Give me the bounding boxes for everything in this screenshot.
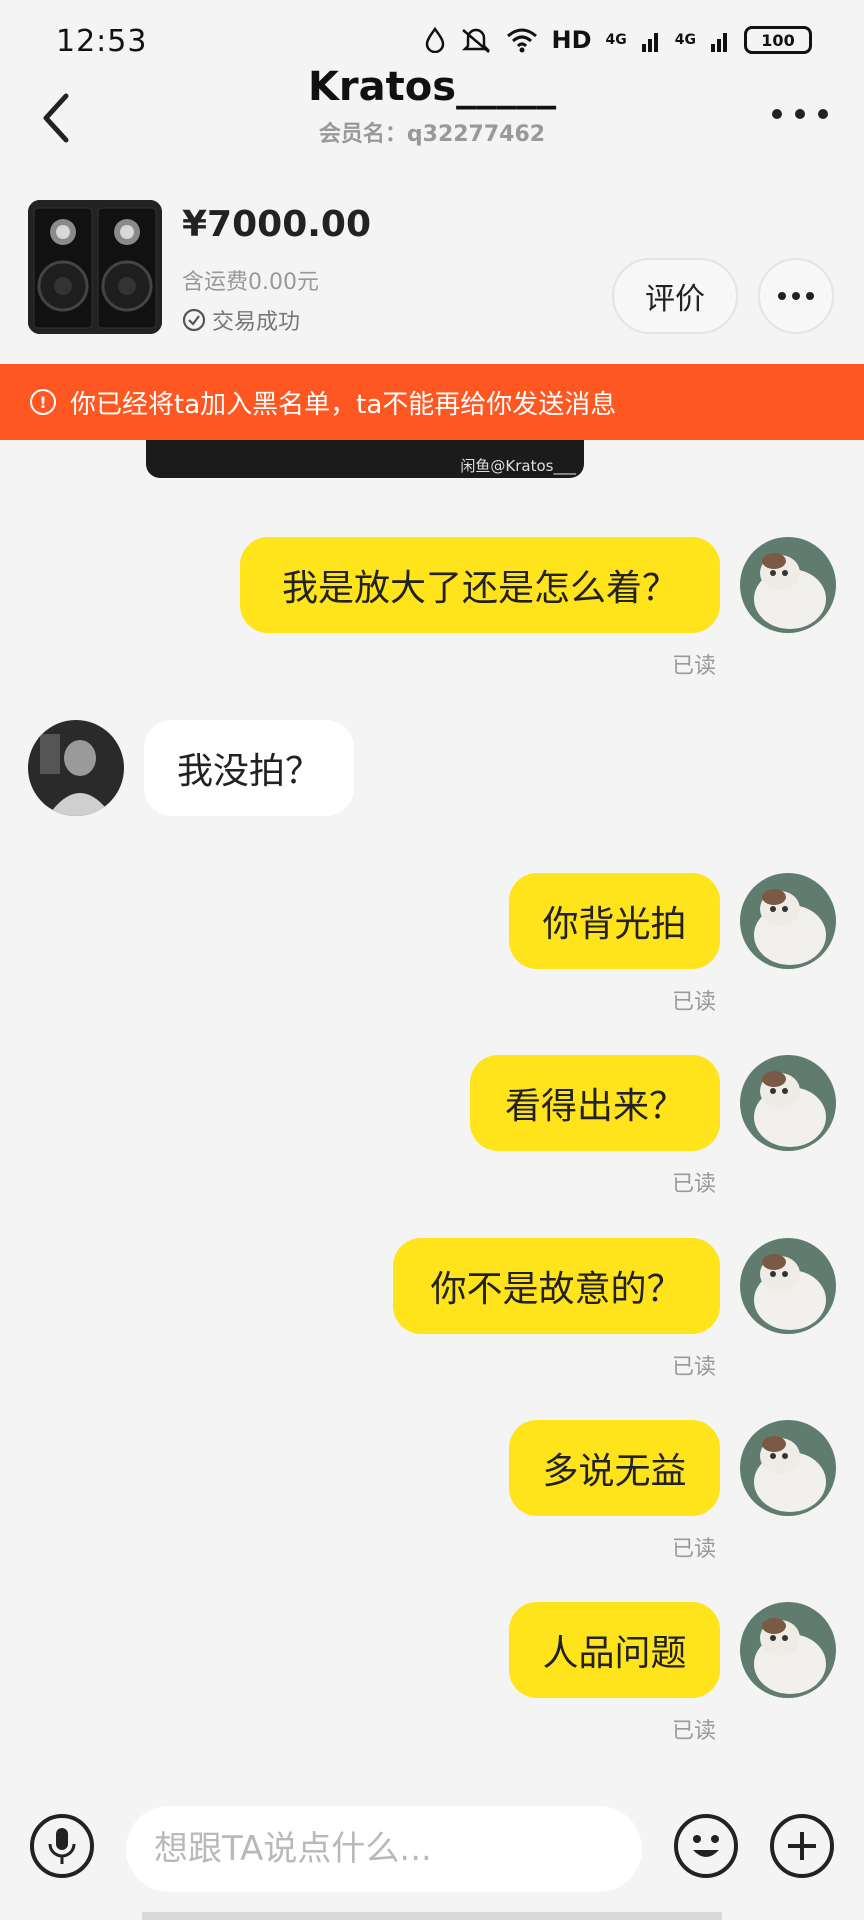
- card-more-button[interactable]: [758, 258, 834, 334]
- message-text: 人品问题: [542, 1633, 687, 1674]
- read-receipt: 已读: [672, 1719, 717, 1744]
- read-receipt: 已读: [672, 1355, 717, 1380]
- my-avatar[interactable]: [740, 1238, 836, 1334]
- shipping-info: 含运费0.00元: [182, 270, 319, 295]
- member-name: 会员名：q32277462: [318, 122, 546, 147]
- message-bubble[interactable]: 我没拍？: [144, 720, 354, 816]
- person-avatar-image: [28, 720, 124, 816]
- dot: [778, 292, 786, 300]
- cat-avatar-image: [740, 1238, 836, 1334]
- more-options-button[interactable]: [772, 104, 828, 124]
- review-button[interactable]: 评价: [612, 258, 738, 334]
- home-indicator: [142, 1912, 722, 1920]
- banner-text: 你已经将ta加入黑名单，ta不能再给你发送消息: [70, 389, 617, 420]
- signal-bars-icon: [641, 33, 658, 52]
- cat-avatar-image: [740, 1055, 836, 1151]
- water-drop-icon: [425, 27, 444, 53]
- product-thumbnail[interactable]: [28, 200, 162, 334]
- signal-bars-icon-2: [711, 33, 727, 52]
- product-price: ¥7000.00: [182, 204, 372, 245]
- deal-status: 交易成功: [182, 304, 300, 336]
- message-text: 你不是故意的？: [430, 1269, 683, 1310]
- message-text: 看得出来？: [504, 1086, 685, 1127]
- wifi-icon: [506, 28, 537, 53]
- cat-avatar-image: [740, 1602, 836, 1698]
- blacklist-banner: ! 你已经将ta加入黑名单，ta不能再给你发送消息: [0, 364, 864, 440]
- mute-bell-icon: [461, 28, 490, 53]
- page-title: Kratos_____: [307, 64, 557, 110]
- dot: [818, 109, 828, 119]
- cat-avatar-image: [740, 873, 836, 969]
- message-bubble[interactable]: 我是放大了还是怎么着？: [240, 537, 720, 633]
- message-bubble[interactable]: 你背光拍: [509, 873, 720, 969]
- battery-icon: 100: [744, 26, 812, 54]
- speakers-image: [28, 200, 162, 334]
- check-circle-icon: [182, 308, 206, 332]
- contact-avatar[interactable]: [28, 720, 124, 816]
- message-bubble[interactable]: 你不是故意的？: [393, 1238, 720, 1334]
- more-actions-button[interactable]: [770, 1814, 834, 1878]
- my-avatar[interactable]: [740, 1420, 836, 1516]
- cat-avatar-image: [740, 1420, 836, 1516]
- message-text: 我是放大了还是怎么着？: [281, 568, 678, 609]
- smiley-icon: [693, 1835, 719, 1857]
- network-4g-label-2: 4G: [674, 32, 696, 48]
- message-bubble[interactable]: 看得出来？: [470, 1055, 720, 1151]
- microphone-icon: [48, 1828, 76, 1864]
- message-bubble[interactable]: 多说无益: [509, 1420, 720, 1516]
- read-receipt: 已读: [672, 1172, 717, 1197]
- dot: [806, 292, 814, 300]
- dot: [772, 109, 782, 119]
- message-bubble[interactable]: 人品问题: [509, 1602, 720, 1698]
- dot: [792, 292, 800, 300]
- my-avatar[interactable]: [740, 1602, 836, 1698]
- read-receipt: 已读: [672, 990, 717, 1015]
- plus-icon: [788, 1832, 816, 1860]
- my-avatar[interactable]: [740, 537, 836, 633]
- message-text: 多说无益: [542, 1451, 687, 1492]
- cat-avatar-image: [740, 537, 836, 633]
- hd-label: HD: [551, 26, 592, 54]
- emoji-button[interactable]: [674, 1814, 738, 1878]
- message-text: 我没拍？: [176, 751, 321, 792]
- read-receipt: 已读: [672, 1537, 717, 1562]
- dot: [795, 109, 805, 119]
- message-text: 你背光拍: [542, 904, 687, 945]
- deal-status-label: 交易成功: [212, 310, 301, 335]
- alert-icon: !: [30, 389, 56, 415]
- battery-level: 100: [761, 30, 795, 50]
- my-avatar[interactable]: [740, 1055, 836, 1151]
- message-input[interactable]: [126, 1806, 642, 1892]
- image-watermark: 闲鱼@Kratos___: [460, 457, 576, 475]
- image-message[interactable]: 闲鱼@Kratos___: [146, 440, 584, 478]
- read-receipt: 已读: [672, 654, 717, 679]
- status-icons: HD 4G 4G 100: [424, 26, 812, 54]
- my-avatar[interactable]: [740, 873, 836, 969]
- voice-button[interactable]: [30, 1814, 94, 1878]
- network-4g-label-1: 4G: [605, 32, 627, 48]
- status-time: 12:53: [56, 24, 148, 59]
